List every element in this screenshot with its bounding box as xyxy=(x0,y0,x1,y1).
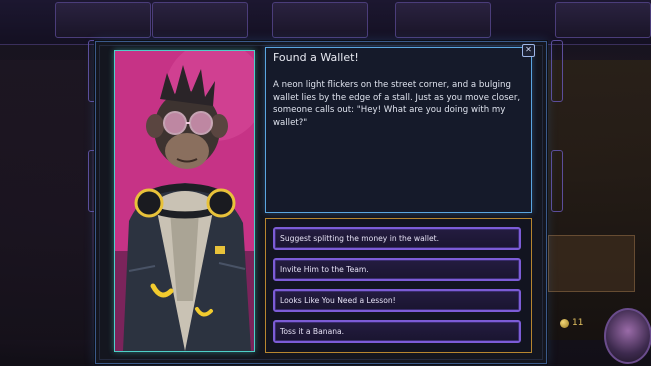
choice-option-3[interactable]: Looks Like You Need a Lesson! xyxy=(273,289,521,312)
coin-counter: 11 xyxy=(560,316,594,330)
close-icon[interactable]: ✕ xyxy=(522,44,535,57)
coin-icon xyxy=(560,318,569,328)
choice-label: Looks Like You Need a Lesson! xyxy=(280,296,396,305)
choice-option-4[interactable]: Toss it a Banana. xyxy=(273,320,521,343)
event-dialog: Found a Wallet! A neon light flickers on… xyxy=(95,41,547,364)
player-avatar[interactable] xyxy=(604,308,651,364)
top-card-strip xyxy=(0,0,651,45)
event-description: A neon light flickers on the street corn… xyxy=(273,80,521,128)
choice-option-2[interactable]: Invite Him to the Team. xyxy=(273,258,521,281)
top-card xyxy=(272,2,368,38)
top-card xyxy=(395,2,491,38)
choice-option-1[interactable]: Suggest splitting the money in the walle… xyxy=(273,227,521,250)
choice-label: Suggest splitting the money in the walle… xyxy=(280,234,440,243)
coin-count: 11 xyxy=(572,318,584,328)
frame-brace xyxy=(551,150,563,212)
top-card xyxy=(152,2,248,38)
top-card xyxy=(55,2,151,38)
choice-label: Invite Him to the Team. xyxy=(280,265,369,274)
story-panel: Found a Wallet! A neon light flickers on… xyxy=(265,47,532,213)
top-card xyxy=(555,2,651,38)
monkey-portrait-illustration xyxy=(115,51,254,351)
choice-label: Toss it a Banana. xyxy=(280,327,345,336)
background-left-scene xyxy=(0,60,92,340)
frame-brace xyxy=(551,40,563,102)
background-shop-sign xyxy=(548,235,635,292)
character-portrait xyxy=(114,50,255,352)
choices-panel: Suggest splitting the money in the walle… xyxy=(265,218,532,353)
event-title: Found a Wallet! xyxy=(273,51,359,64)
